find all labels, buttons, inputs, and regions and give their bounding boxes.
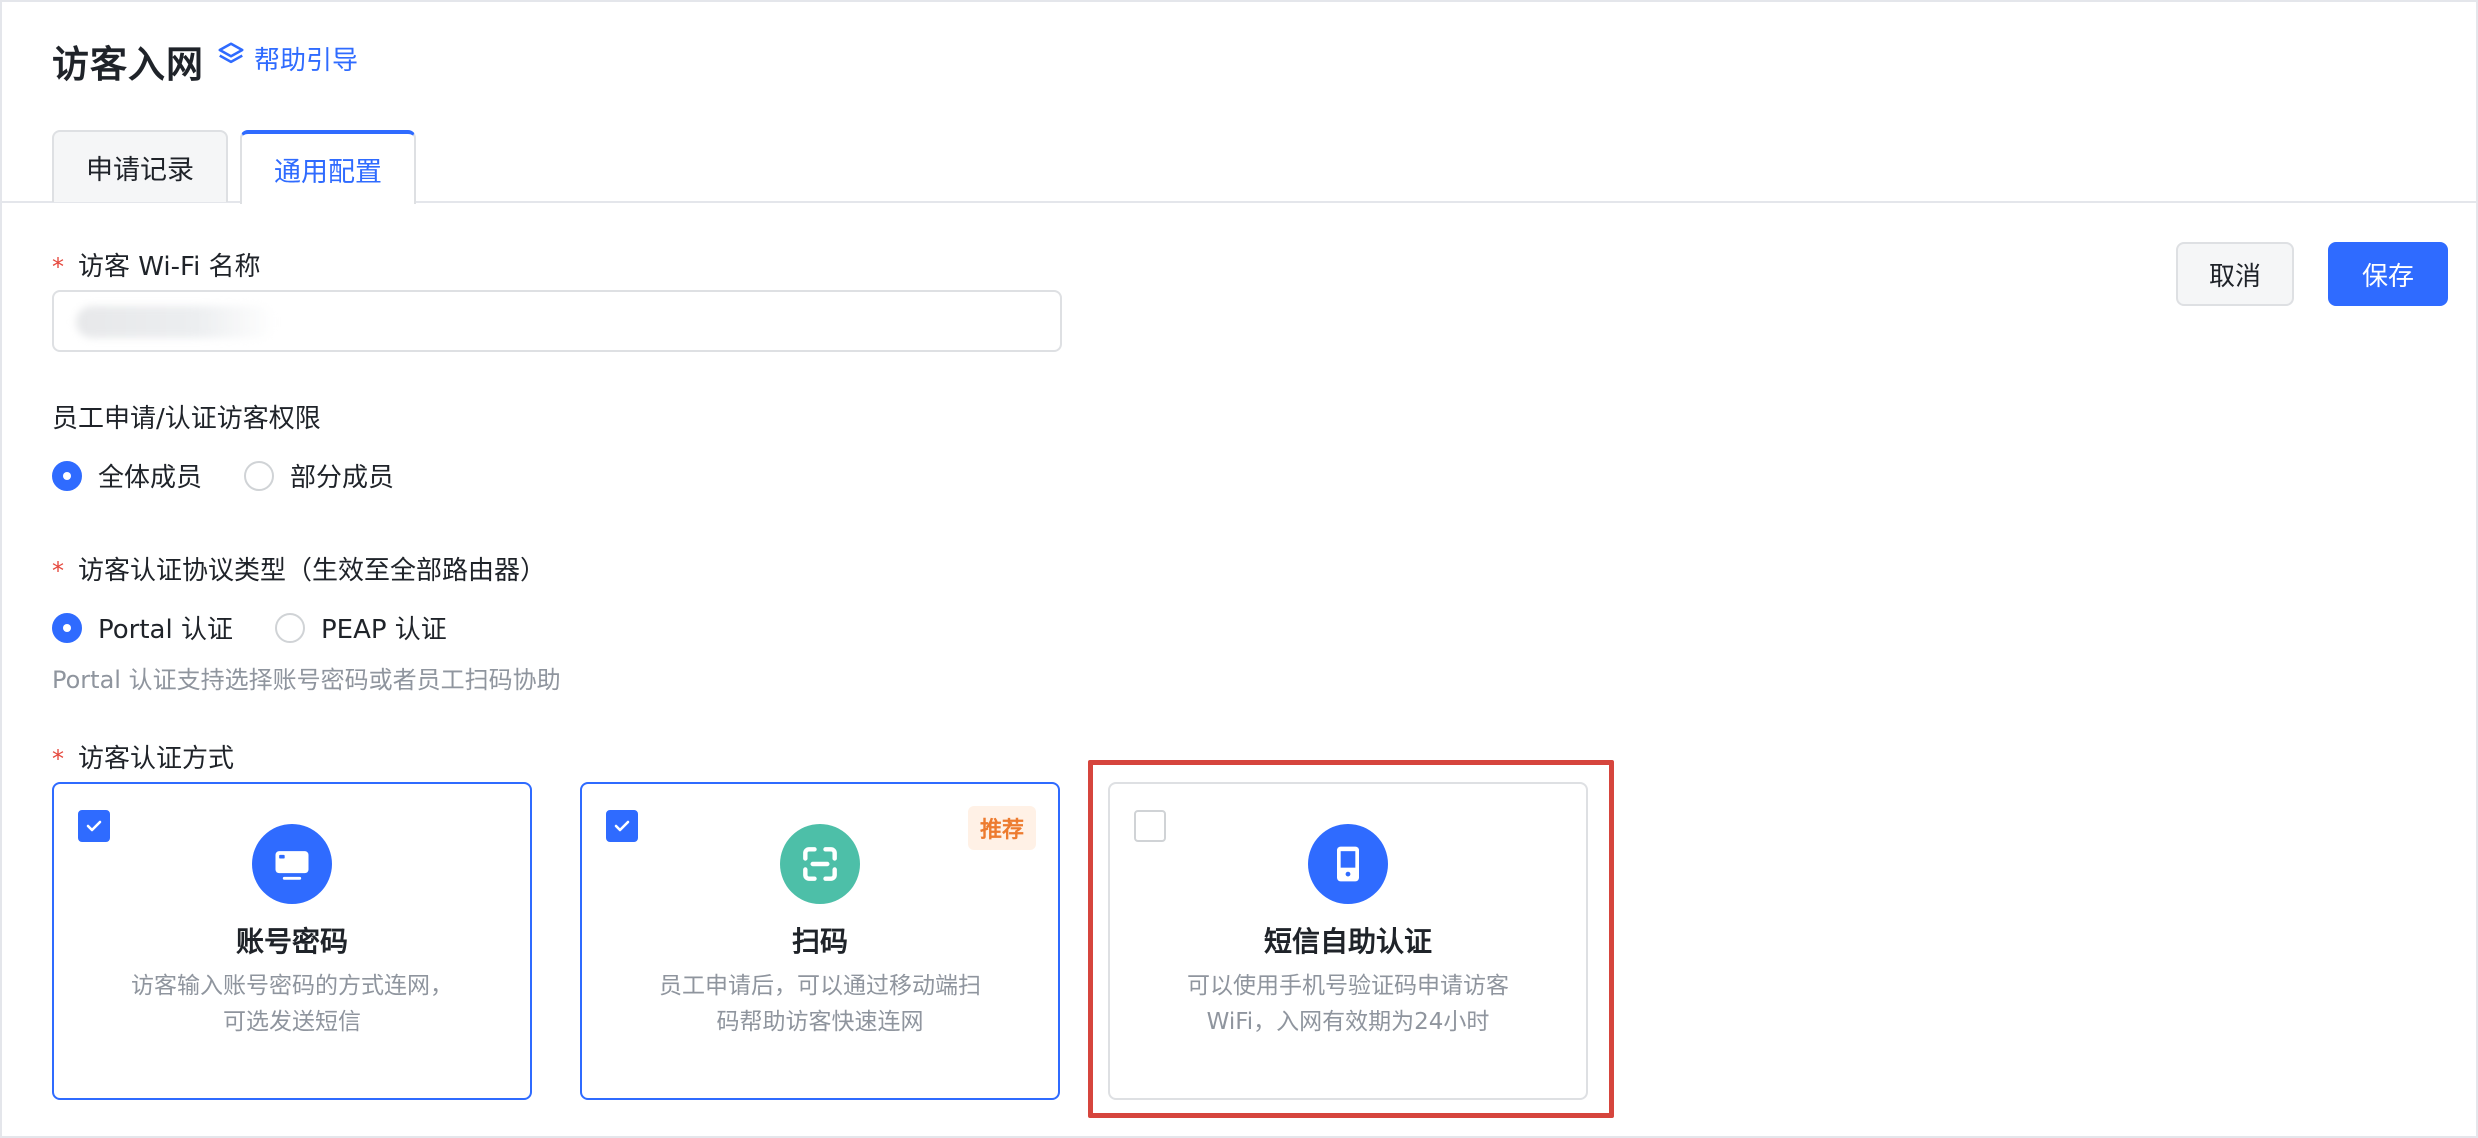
layers-icon (216, 40, 246, 77)
radio-label: Portal 认证 (98, 615, 233, 645)
permission-radio-group: 全体成员 部分成员 (52, 457, 436, 494)
radio-label: 部分成员 (290, 463, 395, 493)
card-title: 扫码 (791, 925, 848, 958)
wifi-name-label-text: 访客 Wi-Fi 名称 (78, 252, 261, 282)
redacted-value (76, 306, 276, 338)
protocol-hint: Portal 认证支持选择账号密码或者员工扫码协助 (52, 666, 561, 694)
scan-icon (780, 824, 860, 904)
radio-dot (52, 460, 82, 491)
check-icon (86, 820, 102, 832)
card-description-line: 访客输入账号密码的方式连网， (131, 973, 453, 999)
required-mark: * (52, 745, 64, 773)
radio-dot (274, 612, 305, 643)
card-description: 员工申请后，可以通过移动端扫 码帮助访客快速连网 (642, 968, 998, 1040)
highlight-box (1088, 760, 1614, 1118)
auth-card-scan[interactable]: 推荐 扫码 员工申请后，可以通过移动端扫 码帮助访客快速连网 (580, 782, 1060, 1100)
protocol-label: * 访客认证协议类型（生效至全部路由器） (52, 550, 546, 587)
radio-all-members[interactable]: 全体成员 (52, 457, 202, 494)
card-title: 账号密码 (235, 925, 348, 958)
card-description-line: 员工申请后，可以通过移动端扫 (659, 973, 981, 999)
card-checkbox[interactable] (606, 810, 638, 842)
wifi-name-label: * 访客 Wi-Fi 名称 (52, 246, 261, 283)
radio-label: 全体成员 (98, 463, 203, 493)
wifi-name-input[interactable] (52, 290, 1062, 352)
card-description-line: 码帮助访客快速连网 (716, 1009, 924, 1035)
card-description-line: 可选发送短信 (223, 1009, 361, 1035)
help-guide-label: 帮助引导 (254, 46, 359, 76)
help-guide-link[interactable]: 帮助引导 (216, 40, 358, 77)
auth-method-label: * 访客认证方式 (52, 738, 234, 775)
auth-method-label-text: 访客认证方式 (78, 744, 235, 774)
auth-card-account-password[interactable]: 账号密码 访客输入账号密码的方式连网， 可选发送短信 (52, 782, 532, 1100)
card-description: 访客输入账号密码的方式连网， 可选发送短信 (114, 968, 470, 1040)
radio-dot (244, 460, 275, 491)
tab-general-config[interactable]: 通用配置 (240, 130, 416, 207)
radio-label: PEAP 认证 (320, 615, 447, 645)
permission-label: 员工申请/认证访客权限 (52, 404, 321, 434)
check-icon (614, 820, 630, 832)
tab-application-records[interactable]: 申请记录 (52, 130, 228, 202)
required-mark: * (52, 557, 64, 585)
card-checkbox[interactable] (78, 810, 110, 842)
radio-portal[interactable]: Portal 认证 (52, 609, 233, 646)
cancel-button[interactable]: 取消 (2176, 242, 2294, 306)
page-title: 访客入网 (52, 43, 204, 86)
save-button[interactable]: 保存 (2328, 242, 2448, 306)
required-mark: * (52, 253, 64, 281)
recommended-badge: 推荐 (967, 806, 1036, 850)
protocol-radio-group: Portal 认证 PEAP 认证 (52, 609, 489, 646)
radio-dot (52, 612, 82, 643)
monitor-icon (252, 824, 332, 904)
protocol-label-text: 访客认证协议类型（生效至全部路由器） (78, 556, 547, 586)
radio-peap[interactable]: PEAP 认证 (274, 609, 447, 646)
radio-some-members[interactable]: 部分成员 (244, 457, 394, 494)
